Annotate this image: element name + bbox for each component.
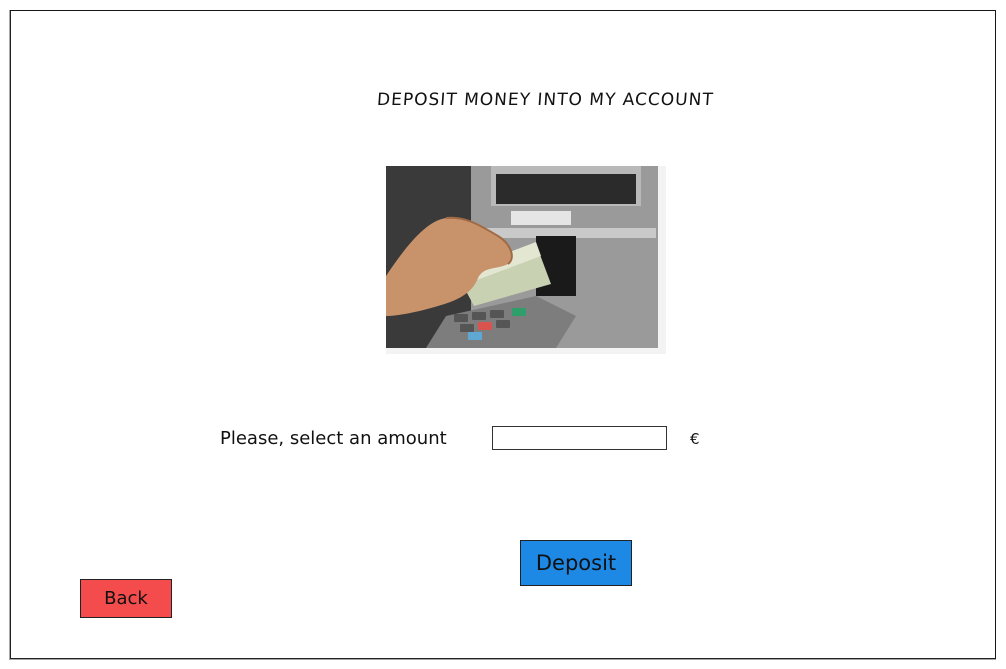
page-title-text: DEPOSIT MONEY INTO MY ACCOUNT	[375, 90, 715, 110]
atm-cash-icon	[386, 166, 658, 348]
currency-label: €	[690, 430, 700, 448]
amount-label: Please, select an amount	[220, 428, 447, 449]
atm-deposit-photo	[386, 166, 666, 354]
page-title: DEPOSIT MONEY INTO MY ACCOUNT	[0, 90, 1006, 110]
deposit-button[interactable]: Deposit	[520, 540, 632, 586]
back-button[interactable]: Back	[80, 579, 172, 618]
amount-input[interactable]	[492, 426, 667, 450]
amount-row: Please, select an amount €	[218, 424, 718, 454]
